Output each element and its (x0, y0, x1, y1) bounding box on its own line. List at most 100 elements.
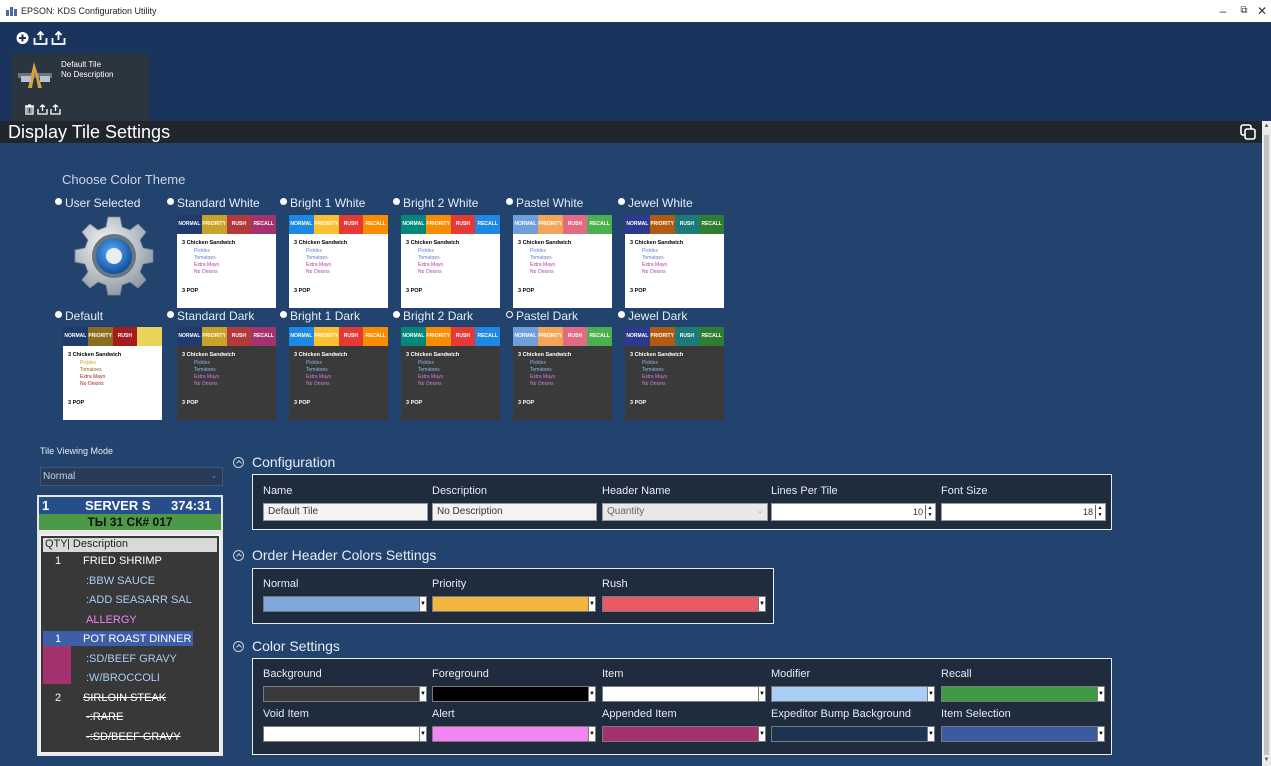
radio-icon[interactable] (280, 311, 287, 318)
collapse-icon[interactable] (233, 550, 244, 561)
color-picker[interactable]: ▼ (941, 686, 1105, 702)
radio-icon[interactable] (618, 198, 625, 205)
radio-icon[interactable] (55, 198, 62, 205)
theme-preview[interactable]: NORMAL PRIORITY RUSH RECALL 3 Chicken Sandwi… (513, 215, 612, 308)
spinner-icon[interactable]: ▲ ▼ (1095, 505, 1104, 519)
theme-option-user-selected[interactable]: User Selected (55, 196, 140, 210)
description-input[interactable]: No Description (432, 503, 597, 521)
theme-option[interactable]: Bright 2 Dark (393, 309, 473, 323)
color-settings-header[interactable]: Color Settings (233, 638, 340, 654)
radio-icon[interactable] (506, 198, 513, 205)
color-picker[interactable]: ▼ (432, 686, 596, 702)
chevron-down-icon[interactable]: ▼ (1097, 726, 1105, 742)
import-icon[interactable] (33, 31, 48, 45)
radio-icon[interactable] (393, 311, 400, 318)
theme-preview[interactable]: NORMAL PRIORITY RUSH RECALL 3 Chicken Sandwi… (289, 215, 388, 308)
color-picker[interactable]: ▼ (263, 686, 427, 702)
theme-preview[interactable]: NORMAL PRIORITY RUSH RECALL 3 Chicken Sandwi… (177, 215, 276, 308)
preview-header-label: RECALL (475, 327, 500, 346)
theme-option[interactable]: Bright 1 Dark (280, 309, 360, 323)
order-header-colors-header[interactable]: Order Header Colors Settings (233, 547, 436, 563)
preview-headers: NORMAL PRIORITY RUSH RECALL (513, 327, 612, 346)
theme-option[interactable]: Standard White (167, 196, 260, 210)
toolbar-icons (15, 31, 66, 45)
chevron-down-icon[interactable]: ▼ (588, 726, 596, 742)
theme-option[interactable]: Jewel White (618, 196, 693, 210)
color-picker[interactable]: ▼ (432, 726, 596, 742)
chevron-down-icon[interactable]: ▼ (758, 596, 766, 612)
chevron-down-icon[interactable]: ▼ (758, 686, 766, 702)
radio-icon[interactable] (393, 198, 400, 205)
chevron-down-icon[interactable]: ▼ (588, 686, 596, 702)
delete-icon[interactable] (24, 104, 35, 115)
add-icon[interactable] (15, 31, 30, 45)
item-description: POT ROAST DINNER (83, 633, 192, 645)
radio-icon[interactable] (167, 198, 174, 205)
scroll-up-icon[interactable]: ▲ (1262, 123, 1271, 129)
chevron-down-icon[interactable]: ▼ (419, 726, 427, 742)
normal-color-picker[interactable]: ▼ (263, 596, 427, 612)
minimize-button[interactable]: – (1212, 2, 1234, 20)
chevron-down-icon[interactable]: ▼ (419, 596, 427, 612)
chevron-down-icon[interactable]: ▼ (758, 726, 766, 742)
font-size-label: Font Size (941, 485, 988, 497)
radio-icon[interactable] (280, 198, 287, 205)
color-picker[interactable]: ▼ (602, 686, 766, 702)
collapse-icon[interactable] (233, 641, 244, 652)
font-size-stepper[interactable]: 18 ▲ ▼ (941, 503, 1106, 521)
theme-option[interactable]: Pastel White (506, 196, 583, 210)
theme-preview[interactable]: NORMAL PRIORITY RUSH RECALL 3 Chicken Sandwi… (625, 215, 724, 308)
collapse-icon[interactable] (233, 457, 244, 468)
theme-option[interactable]: Pastel Dark (506, 309, 578, 323)
color-picker[interactable]: ▼ (263, 726, 427, 742)
color-picker[interactable]: ▼ (941, 726, 1105, 742)
theme-preview[interactable]: NORMAL PRIORITY RUSH RECALL 3 Chicken Sandwi… (625, 327, 724, 420)
theme-preview[interactable]: NORMAL PRIORITY RUSH RECALL 3 Chicken Sandwi… (63, 327, 162, 420)
tile-export-icon[interactable] (50, 104, 61, 115)
tile-card[interactable]: Default Tile No Description (12, 54, 149, 121)
preview-header-label: NORMAL (289, 327, 314, 346)
theme-preview[interactable]: NORMAL PRIORITY RUSH RECALL 3 Chicken Sandwi… (401, 327, 500, 420)
radio-icon[interactable] (55, 311, 62, 318)
copy-icon[interactable] (1240, 124, 1257, 140)
tile-viewing-mode-select[interactable]: Normal ⌄ (40, 467, 223, 486)
theme-preview[interactable]: NORMAL PRIORITY RUSH RECALL 3 Chicken Sandwi… (177, 327, 276, 420)
preview-modifier: No Onions (530, 381, 554, 387)
theme-option[interactable]: Jewel Dark (618, 309, 687, 323)
configuration-header[interactable]: Configuration (233, 454, 335, 470)
color-picker[interactable]: ▼ (771, 686, 935, 702)
spinner-icon[interactable]: ▲ ▼ (925, 505, 934, 519)
tile-import-icon[interactable] (37, 104, 48, 115)
preview-modifier: Pickles (418, 248, 434, 254)
theme-preview[interactable]: NORMAL PRIORITY RUSH RECALL 3 Chicken Sandwi… (401, 215, 500, 308)
theme-option[interactable]: Bright 1 White (280, 196, 365, 210)
name-input[interactable]: Default Tile (263, 503, 428, 521)
export-icon[interactable] (51, 31, 66, 45)
color-picker[interactable]: ▼ (602, 726, 766, 742)
close-button[interactable]: ✕ (1251, 2, 1271, 20)
radio-icon[interactable] (618, 311, 625, 318)
radio-icon[interactable] (167, 311, 174, 318)
theme-option[interactable]: Bright 2 White (393, 196, 478, 210)
priority-color-picker[interactable]: ▼ (432, 596, 596, 612)
theme-preview[interactable]: NORMAL PRIORITY RUSH RECALL 3 Chicken Sandwi… (513, 327, 612, 420)
theme-option[interactable]: Default (55, 309, 103, 323)
chevron-down-icon[interactable]: ▼ (588, 596, 596, 612)
lines-per-tile-stepper[interactable]: 10 ▲ ▼ (771, 503, 936, 521)
theme-preview[interactable]: NORMAL PRIORITY RUSH RECALL 3 Chicken Sandwi… (289, 327, 388, 420)
chevron-down-icon[interactable]: ▼ (927, 686, 935, 702)
preview-modifier: No Onions (80, 381, 104, 387)
theme-option[interactable]: Standard Dark (167, 309, 254, 323)
radio-icon[interactable] (506, 311, 513, 318)
chevron-down-icon[interactable]: ▼ (1097, 686, 1105, 702)
scroll-thumb[interactable] (1264, 135, 1269, 755)
scroll-down-icon[interactable]: ▼ (1262, 757, 1271, 763)
header-name-select[interactable]: Quantity ⌄ (602, 503, 768, 521)
theme-label: Bright 2 Dark (403, 309, 474, 323)
color-picker[interactable]: ▼ (771, 726, 935, 742)
chevron-down-icon[interactable]: ▼ (419, 686, 427, 702)
vertical-scrollbar[interactable]: ▲ ▼ (1262, 121, 1271, 766)
chevron-down-icon[interactable]: ▼ (927, 726, 935, 742)
rush-color-picker[interactable]: ▼ (602, 596, 766, 612)
preview-modifier: Pickles (530, 360, 546, 366)
